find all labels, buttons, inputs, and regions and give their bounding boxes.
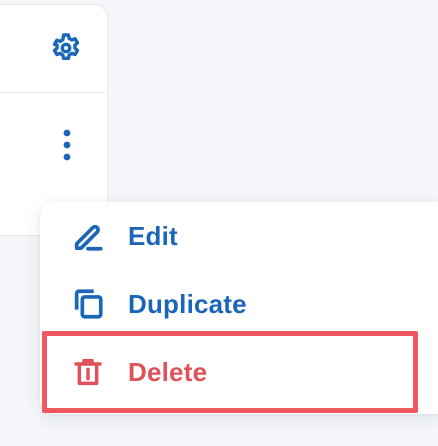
- gear-icon: [49, 31, 83, 69]
- divider: [0, 92, 105, 93]
- menu-item-duplicate[interactable]: Duplicate: [40, 274, 438, 334]
- settings-button[interactable]: [46, 30, 86, 70]
- context-menu: Edit Duplicate Delete: [40, 202, 438, 414]
- menu-item-delete[interactable]: Delete: [40, 342, 438, 402]
- menu-item-edit[interactable]: Edit: [40, 206, 438, 266]
- more-options-button[interactable]: [54, 124, 80, 170]
- menu-item-label: Duplicate: [128, 288, 247, 319]
- pencil-icon: [70, 218, 106, 254]
- vertical-ellipsis-icon: [61, 125, 73, 169]
- copy-icon: [70, 286, 106, 322]
- trash-icon: [70, 354, 106, 390]
- screen: Edit Duplicate Delete: [0, 0, 438, 446]
- menu-item-label: Edit: [128, 220, 178, 251]
- menu-item-label: Delete: [128, 356, 208, 387]
